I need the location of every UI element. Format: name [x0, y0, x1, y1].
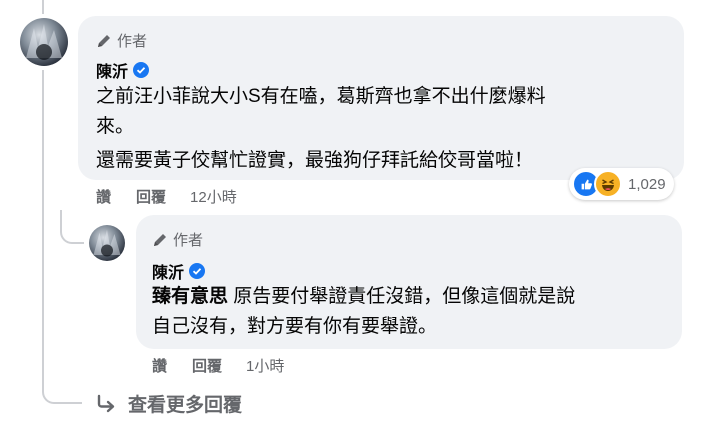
- thread-line-main: [42, 70, 44, 382]
- reply-text: 臻有意思 原告要付舉證責任沒錯，但像這個就是說 自己沒有，對方要有你有要舉證。: [152, 282, 677, 342]
- reply-actions: 讚 回覆 1小時: [152, 355, 284, 376]
- reaction-count: 1,029: [628, 175, 666, 193]
- verified-icon: [189, 263, 206, 279]
- avatar-image-icon: [26, 24, 62, 60]
- commenter-name[interactable]: 陳沂: [152, 259, 184, 283]
- timestamp[interactable]: 12小時: [190, 186, 237, 207]
- reply-arrow-icon: [97, 394, 115, 412]
- avatar-image-icon: [93, 229, 121, 257]
- thread-line-branch: [60, 210, 84, 244]
- comment-line: 之前汪小菲說大小S有在嗑，葛斯齊也拿不出什麼爆料: [96, 86, 546, 107]
- reaction-summary[interactable]: 1,029: [569, 168, 674, 200]
- reply-button[interactable]: 回覆: [192, 355, 222, 376]
- author-badge-label: 作者: [173, 232, 204, 249]
- thread-line-branch: [42, 362, 82, 404]
- thread-line-main: [42, 0, 44, 14]
- comment-line: 來。: [96, 116, 135, 137]
- reply-author: 陳沂: [152, 259, 206, 283]
- author-badge-label: 作者: [117, 33, 148, 50]
- reply-button[interactable]: 回覆: [136, 186, 166, 207]
- comment-text: 之前汪小菲說大小S有在嗑，葛斯齊也拿不出什麼爆料 來。 還需要黃子佼幫忙證實，最…: [96, 82, 676, 176]
- avatar[interactable]: [89, 225, 125, 261]
- reply-line-text: 原告要付舉證責任沒錯，但像這個就是說: [233, 286, 576, 307]
- comment-actions: 讚 回覆 12小時: [96, 186, 237, 207]
- commenter-name[interactable]: 陳沂: [96, 58, 128, 82]
- author-badge: 作者: [152, 229, 203, 250]
- mention-link[interactable]: 臻有意思: [152, 286, 228, 307]
- verified-icon: [133, 62, 150, 78]
- author-badge: 作者: [96, 30, 147, 51]
- pencil-icon: [154, 233, 166, 246]
- view-more-replies-label: 查看更多回覆: [128, 395, 243, 416]
- view-more-replies-button[interactable]: 查看更多回覆: [96, 390, 242, 417]
- timestamp[interactable]: 1小時: [246, 355, 284, 376]
- like-button[interactable]: 讚: [152, 355, 167, 376]
- reply-line: 臻有意思 原告要付舉證責任沒錯，但像這個就是說: [152, 282, 677, 312]
- pencil-icon: [98, 34, 110, 47]
- comment-author: 陳沂: [96, 58, 150, 82]
- avatar[interactable]: [20, 18, 68, 66]
- reply-line: 自己沒有，對方要有你有要舉證。: [152, 316, 438, 337]
- like-button[interactable]: 讚: [96, 186, 111, 207]
- haha-icon: [594, 170, 622, 198]
